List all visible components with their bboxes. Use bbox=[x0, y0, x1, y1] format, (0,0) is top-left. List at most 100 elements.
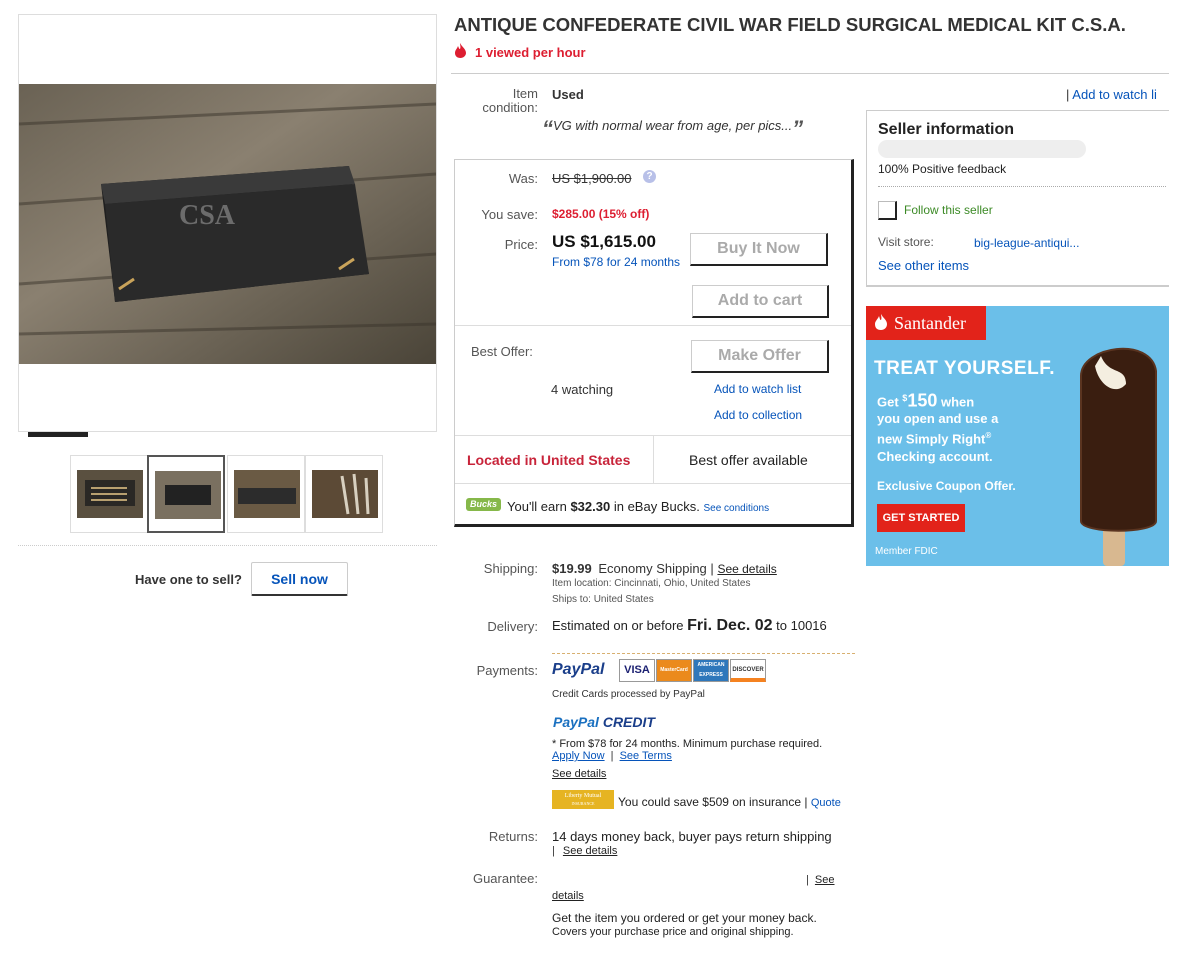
main-image-frame[interactable]: CSA bbox=[18, 14, 437, 432]
payments-label: Payments: bbox=[476, 663, 538, 678]
watch-top: | Add to watch li bbox=[1066, 87, 1157, 102]
ad-line3-text: new Simply Right bbox=[877, 431, 986, 447]
save-label: You save: bbox=[481, 207, 538, 222]
was-price: US $1,900.00 bbox=[552, 171, 632, 186]
follow-seller-link[interactable]: Follow this seller bbox=[904, 203, 993, 217]
ad-cta-button[interactable]: GET STARTED bbox=[877, 504, 965, 532]
delivery-label: Delivery: bbox=[487, 619, 538, 634]
bucks-amount: $32.30 bbox=[570, 499, 611, 514]
ad-line1: Get $150 when bbox=[877, 390, 998, 410]
mastercard-card-icon: MasterCard bbox=[656, 659, 692, 682]
guarantee-sep: | bbox=[806, 874, 809, 886]
add-to-watch-list-link[interactable]: Add to watch list bbox=[714, 382, 801, 396]
open-quote: “ bbox=[542, 116, 553, 141]
title-divider bbox=[451, 73, 1169, 74]
seller-heading: Seller information bbox=[878, 121, 1015, 138]
shipping-details-link[interactable]: See details bbox=[717, 562, 776, 576]
financing-link[interactable]: From $78 for 24 months bbox=[552, 255, 680, 269]
liberty-badge-sub: INSURANCE bbox=[571, 801, 595, 806]
follow-checkbox[interactable] bbox=[878, 201, 897, 220]
returns-see-details-link[interactable]: See details bbox=[563, 845, 617, 857]
shipping-cost: $19.99 bbox=[552, 561, 592, 576]
ice-cream-image bbox=[1080, 347, 1157, 566]
price-value: US $1,615.00 bbox=[552, 232, 656, 251]
thumbnail-1[interactable] bbox=[70, 455, 148, 533]
insurance-text: You could save $509 on insurance bbox=[618, 795, 802, 809]
ships-to-label: Ships to: bbox=[552, 594, 591, 605]
payments-see-details-link[interactable]: See details bbox=[552, 768, 606, 780]
ships-to-value: United States bbox=[593, 594, 654, 605]
ad-brand-bar: Santander bbox=[866, 306, 986, 340]
shipping-method: Economy Shipping bbox=[598, 561, 707, 576]
guarantee-details-link[interactable]: details bbox=[552, 890, 584, 902]
delivery-divider bbox=[552, 653, 855, 654]
condition-note-text: VG with normal wear from age, per pics..… bbox=[553, 118, 793, 133]
bucks-pre: You'll earn bbox=[507, 499, 567, 514]
make-offer-button[interactable]: Make Offer bbox=[691, 340, 829, 373]
watch-top-sep: | bbox=[1066, 87, 1070, 102]
returns-label: Returns: bbox=[488, 829, 538, 844]
store-link[interactable]: big-league-antiqui... bbox=[974, 236, 1079, 250]
item-location: Item location: Cincinnati, Ohio, United … bbox=[552, 578, 750, 589]
sell-now-button[interactable]: Sell now bbox=[251, 562, 348, 596]
buy-it-now-button[interactable]: Buy It Now bbox=[690, 233, 828, 266]
item-location-label: Item location: bbox=[552, 578, 612, 589]
add-to-cart-button[interactable]: Add to cart bbox=[692, 285, 829, 318]
add-to-collection-link[interactable]: Add to collection bbox=[714, 408, 802, 422]
add-to-watch-list-link-top[interactable]: Add to watch li bbox=[1072, 87, 1157, 102]
ad-line3: new Simply Right® bbox=[877, 427, 998, 447]
apply-now-link[interactable]: Apply Now bbox=[552, 750, 605, 762]
seller-name-redacted bbox=[878, 140, 1086, 158]
insurance-line: You could save $509 on insurance | Quote bbox=[618, 795, 841, 809]
amex-card-icon: AMERICAN EXPRESS bbox=[693, 659, 729, 682]
guarantee-see-link[interactable]: See bbox=[815, 874, 835, 886]
paypal-credit-b: CREDIT bbox=[602, 714, 655, 730]
price-box-divider bbox=[455, 325, 851, 326]
delivery-post: to 10016 bbox=[776, 618, 827, 633]
condition-value: Used bbox=[552, 87, 584, 102]
ebay-bucks-line: You'll earn $32.30 in eBay Bucks. See co… bbox=[507, 499, 769, 514]
liberty-mutual-badge: Liberty Mutual INSURANCE bbox=[552, 790, 614, 809]
thumbnail-3[interactable] bbox=[227, 455, 305, 533]
santander-ad[interactable]: Santander TREAT YOURSELF. Get $150 when … bbox=[866, 306, 1169, 566]
discover-card-icon: DISCOVER bbox=[730, 659, 766, 682]
condition-label-line1: Item bbox=[512, 86, 538, 101]
shipping-label: Shipping: bbox=[483, 561, 538, 576]
credit-sep: | bbox=[610, 750, 614, 762]
flame-icon bbox=[454, 43, 467, 61]
close-quote: ” bbox=[792, 116, 804, 141]
credit-cards-note: Credit Cards processed by PayPal bbox=[552, 689, 705, 700]
see-conditions-link[interactable]: See conditions bbox=[703, 503, 769, 514]
thumbnail-4[interactable] bbox=[305, 455, 383, 533]
thumbnail-2[interactable] bbox=[147, 455, 225, 533]
price-box-divider-3 bbox=[455, 483, 851, 484]
shipping-line: $19.99 Economy Shipping | See details bbox=[552, 561, 777, 576]
delivery-pre: Estimated on or before bbox=[552, 618, 684, 633]
location-divider bbox=[653, 435, 654, 483]
save-value: $285.00 (15% off) bbox=[552, 207, 650, 221]
visit-store-label: Visit store: bbox=[878, 235, 934, 249]
guarantee-link-top: | See bbox=[806, 874, 835, 886]
item-location-value: Cincinnati, Ohio, United States bbox=[614, 578, 751, 589]
credit-note: * From $78 for 24 months. Minimum purcha… bbox=[552, 738, 823, 750]
watching-count: 4 watching bbox=[551, 382, 614, 397]
guarantee-label: Guarantee: bbox=[472, 871, 538, 886]
ad-when: when bbox=[940, 394, 975, 410]
ad-reg: ® bbox=[985, 431, 992, 441]
best-offer-label: Best Offer: bbox=[471, 344, 533, 359]
ad-line4: Checking account. bbox=[877, 448, 993, 464]
price-label: Price: bbox=[504, 237, 538, 252]
condition-label: Item condition: bbox=[460, 87, 538, 115]
main-product-image: CSA bbox=[19, 84, 436, 364]
info-icon[interactable]: ? bbox=[643, 170, 656, 183]
liberty-badge-text: Liberty Mutual bbox=[564, 793, 602, 799]
returns-text: 14 days money back, buyer pays return sh… bbox=[552, 829, 832, 844]
credit-links: Apply Now | See Terms bbox=[552, 750, 672, 762]
ad-line2: you open and use a bbox=[877, 411, 999, 427]
paypal-credit-logo: PayPal CREDIT bbox=[553, 714, 655, 730]
ships-to: Ships to: United States bbox=[552, 594, 654, 605]
see-other-items-link[interactable]: See other items bbox=[878, 258, 969, 273]
see-terms-link[interactable]: See Terms bbox=[620, 750, 672, 762]
views-per-hour: 1 viewed per hour bbox=[475, 45, 586, 60]
quote-link[interactable]: Quote bbox=[811, 797, 841, 809]
